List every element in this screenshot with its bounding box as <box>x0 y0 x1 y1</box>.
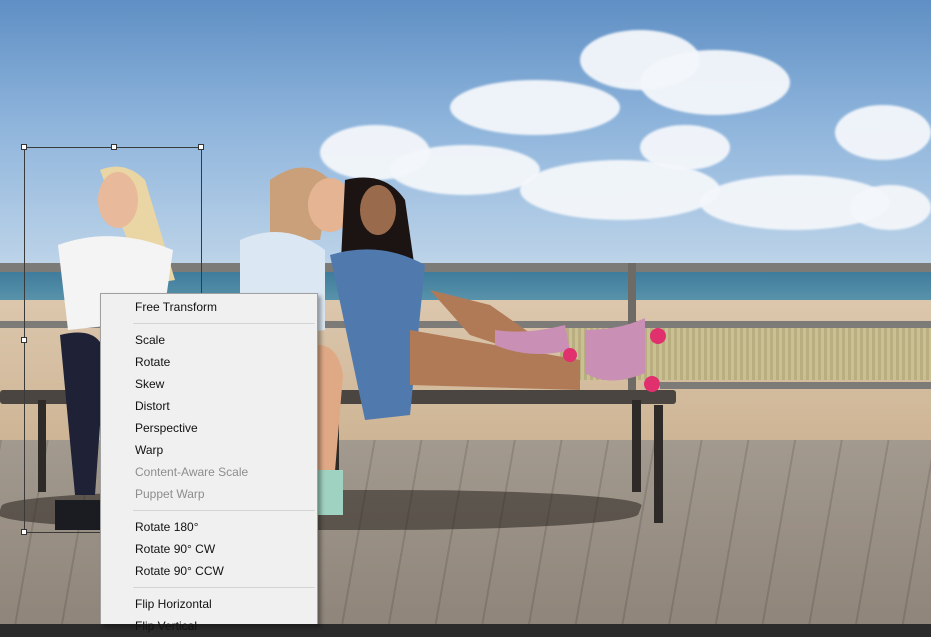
menu-item-skew[interactable]: Skew <box>101 373 317 395</box>
menu-item-perspective[interactable]: Perspective <box>101 417 317 439</box>
menu-item-puppet-warp: Puppet Warp <box>135 487 205 501</box>
menu-separator <box>133 510 315 511</box>
menu-item-rotate[interactable]: Rotate <box>101 351 317 373</box>
menu-item-rotate-180[interactable]: Rotate 180° <box>101 516 317 538</box>
menu-item-flip-horizontal[interactable]: Flip Horizontal <box>101 593 317 615</box>
transform-context-menu: Free Transform Scale Rotate Skew Distort… <box>100 293 318 633</box>
transform-handle-middle-left[interactable] <box>21 337 27 343</box>
menu-item-distort[interactable]: Distort <box>101 395 317 417</box>
menu-item-warp[interactable]: Warp <box>101 439 317 461</box>
menu-item-scale[interactable]: Scale <box>101 329 317 351</box>
transform-handle-top-left[interactable] <box>21 144 27 150</box>
menu-item-flip-vertical[interactable]: Flip Vertical <box>101 615 317 637</box>
transform-handle-top-center[interactable] <box>111 144 117 150</box>
menu-item-rotate-90-ccw[interactable]: Rotate 90° CCW <box>101 560 317 582</box>
menu-separator <box>133 587 315 588</box>
menu-item-content-aware-scale: Content-Aware Scale <box>135 465 249 479</box>
menu-separator <box>133 323 315 324</box>
transform-handle-top-right[interactable] <box>198 144 204 150</box>
menu-item-rotate-90-cw[interactable]: Rotate 90° CW <box>101 538 317 560</box>
transform-handle-bottom-left[interactable] <box>21 529 27 535</box>
menu-item-free-transform[interactable]: Free Transform <box>101 294 317 318</box>
